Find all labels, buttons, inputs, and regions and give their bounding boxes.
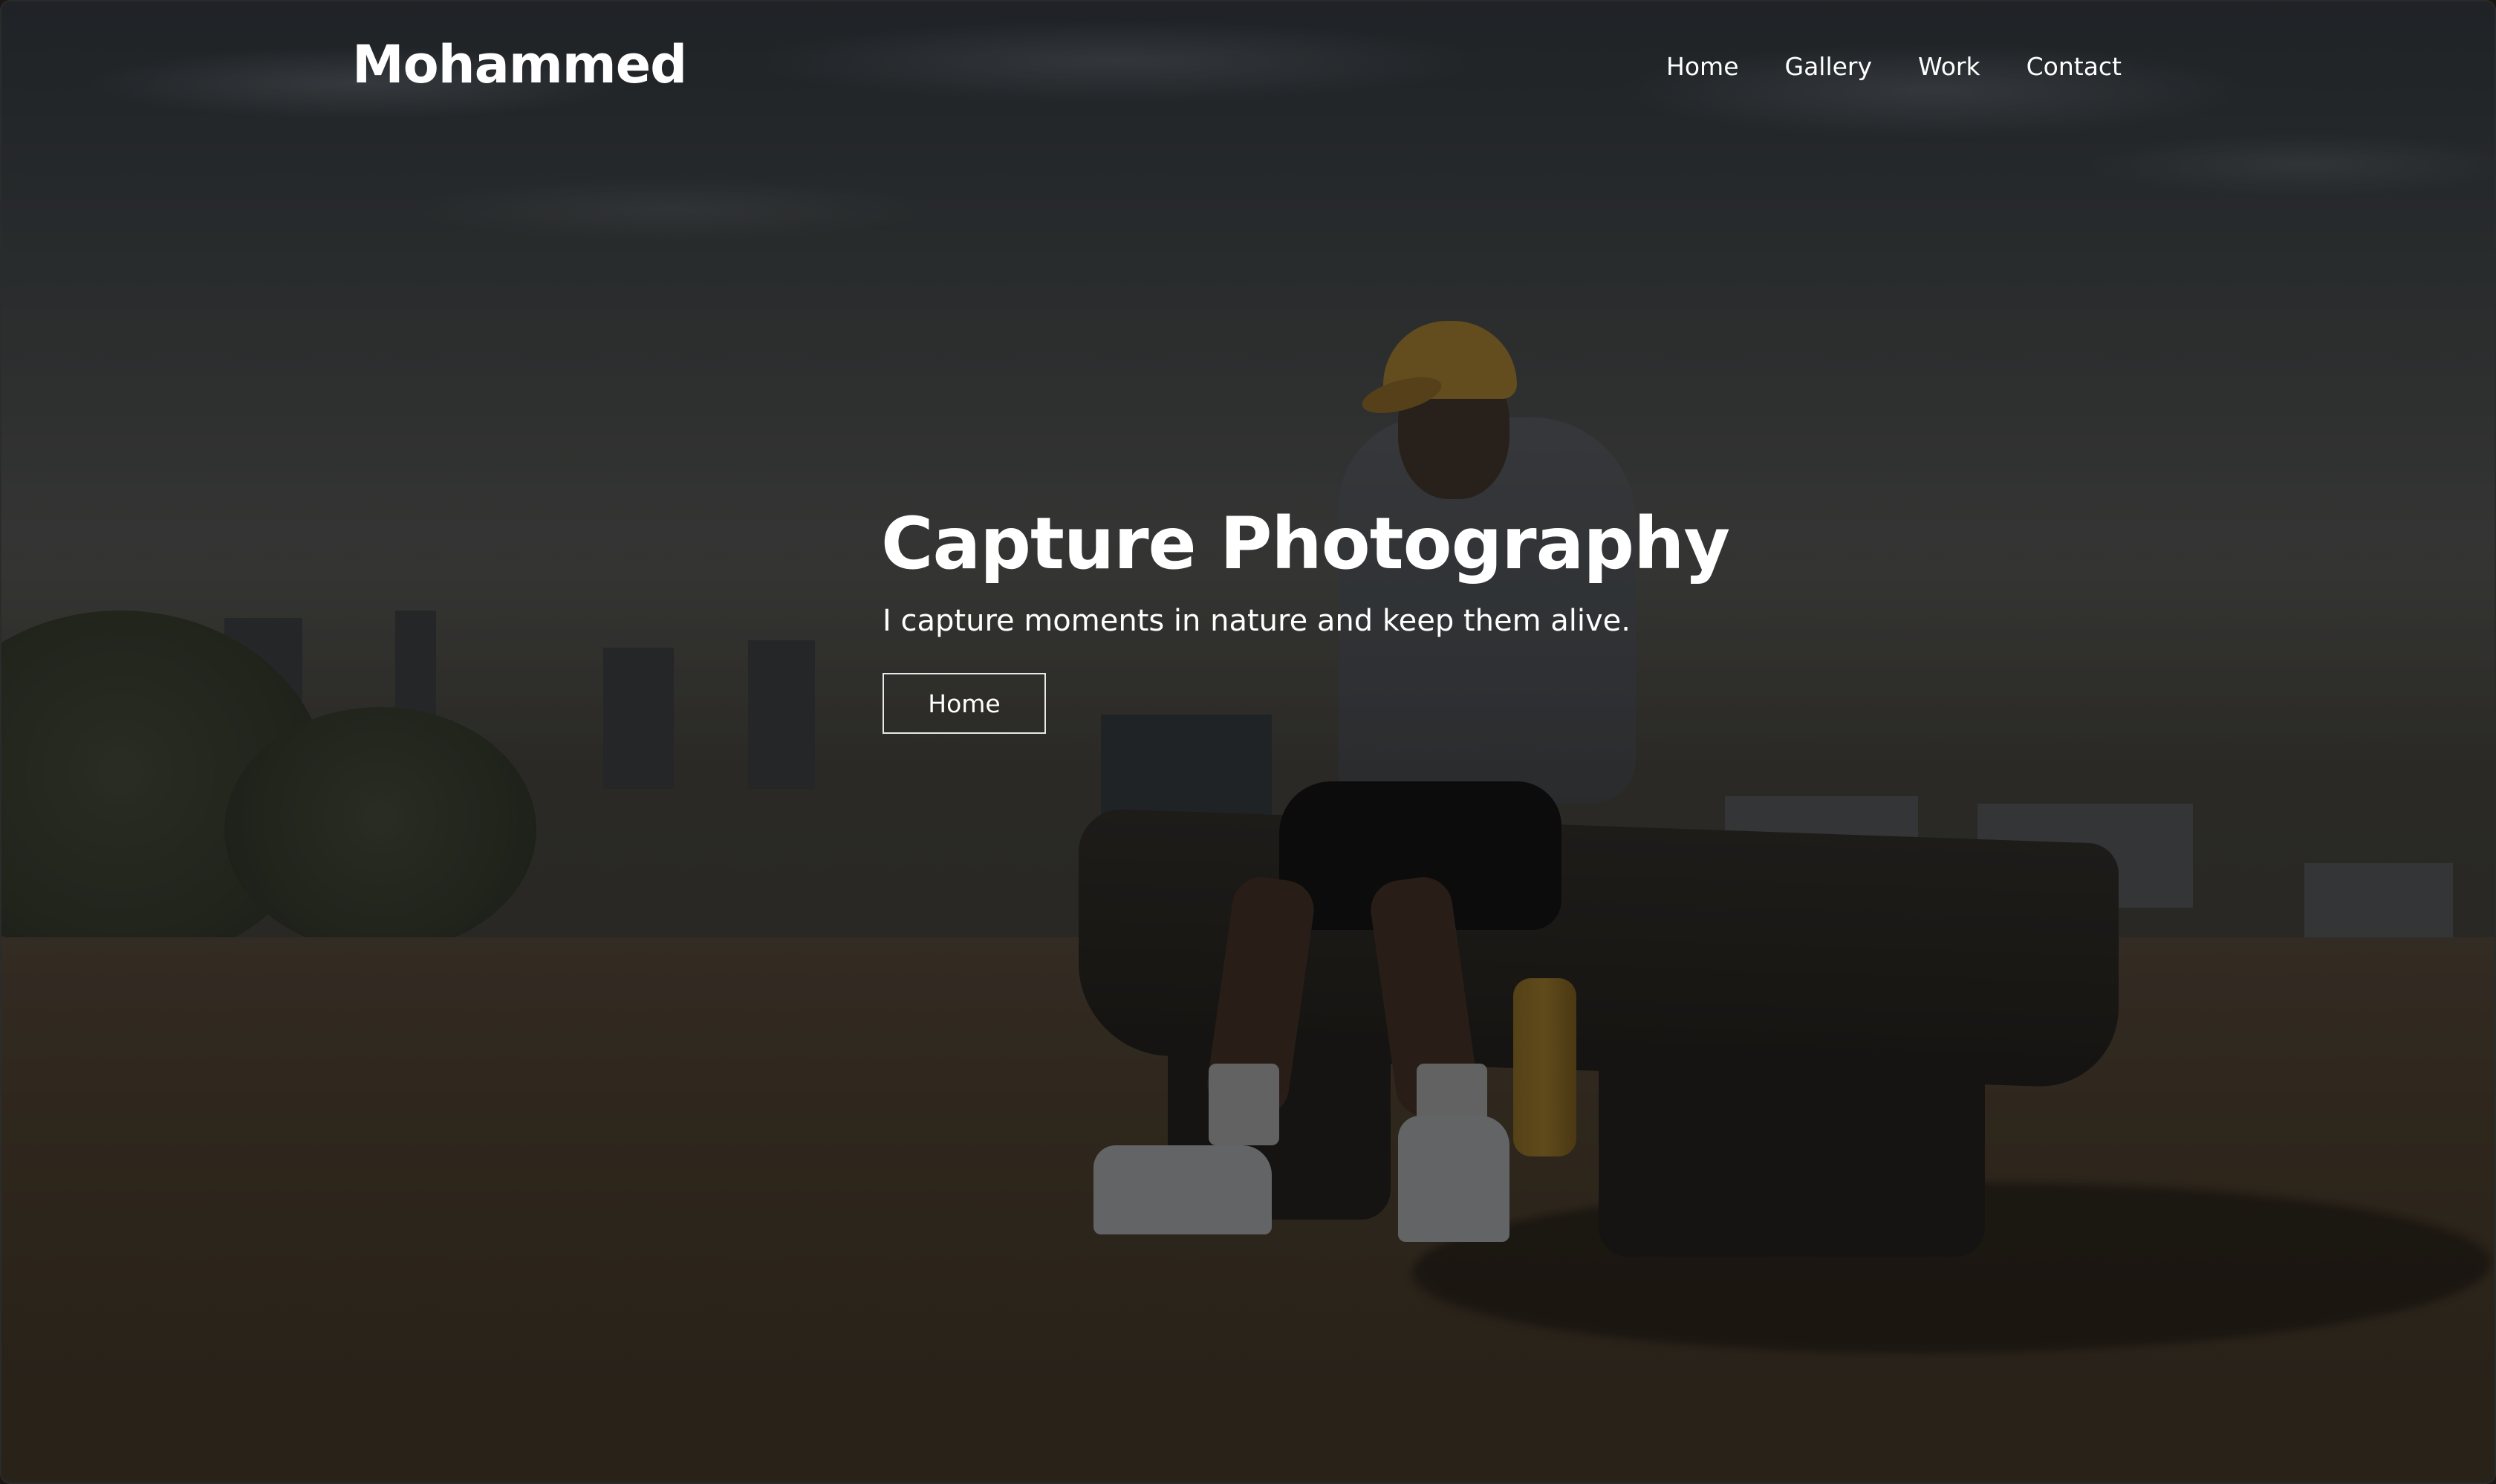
hero-title: Capture Photography [881, 502, 1730, 585]
hero-home-button[interactable]: Home [883, 673, 1046, 734]
nav-link-work[interactable]: Work [1918, 52, 1980, 81]
main-nav: Home Gallery Work Contact [1666, 52, 2122, 81]
dark-overlay [1, 1, 2495, 1483]
nav-link-contact[interactable]: Contact [2027, 52, 2122, 81]
site-header: Mohammed Home Gallery Work Contact [1, 1, 2495, 135]
browser-viewport: Mohammed Home Gallery Work Contact Captu… [0, 0, 2496, 1484]
site-logo[interactable]: Mohammed [352, 34, 687, 95]
nav-link-gallery[interactable]: Gallery [1785, 52, 1873, 81]
page: Mohammed Home Gallery Work Contact Captu… [0, 0, 2496, 1484]
hero-subtitle: I capture moments in nature and keep the… [883, 604, 1631, 638]
hero-section: Capture Photography I capture moments in… [881, 492, 1847, 734]
nav-link-home[interactable]: Home [1666, 52, 1738, 81]
